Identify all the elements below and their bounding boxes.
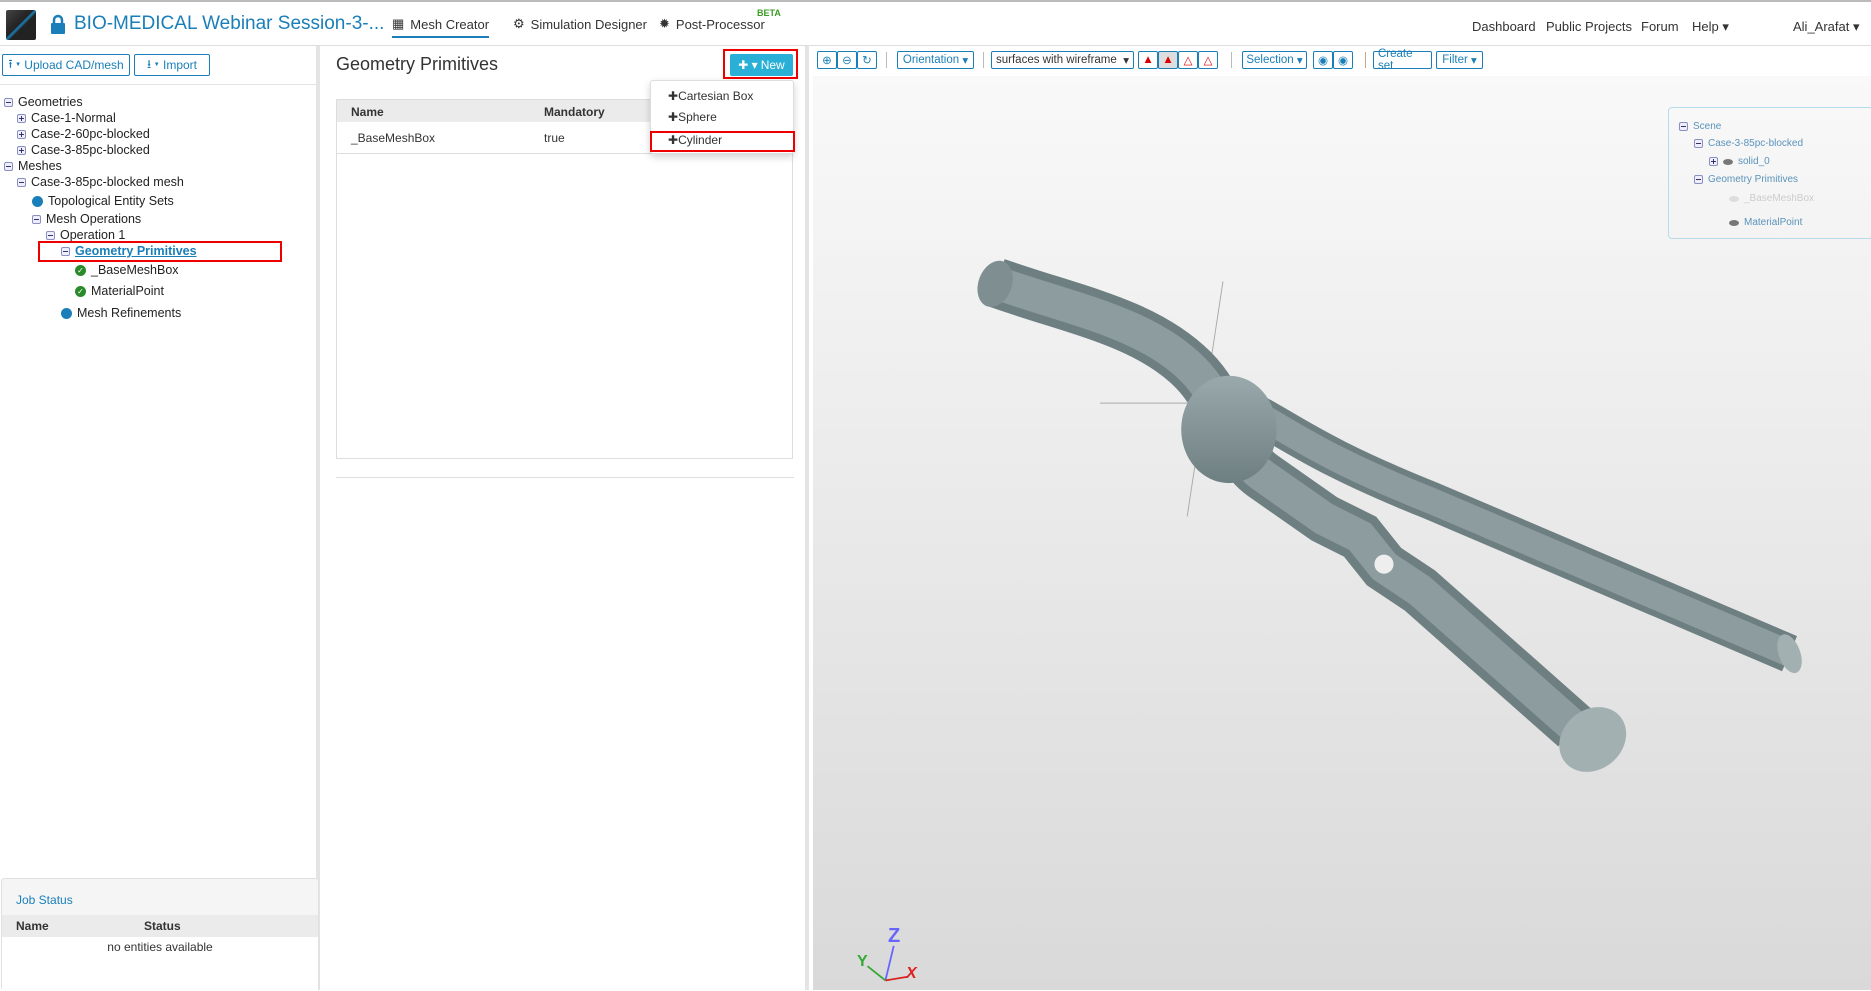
- vessel-model[interactable]: [0, 0, 1871, 990]
- scene-item[interactable]: MaterialPoint: [1729, 217, 1802, 228]
- scene-item[interactable]: _BaseMeshBox: [1729, 193, 1814, 204]
- scene-tree-panel: Scene Case-3-85pc-blocked solid_0 Geomet…: [1668, 107, 1871, 239]
- stenosis-gap: [1374, 554, 1394, 574]
- eye-icon[interactable]: [1723, 158, 1733, 165]
- eye-icon[interactable]: [1729, 219, 1739, 226]
- z-axis-label: Z: [888, 925, 901, 947]
- collapse-icon[interactable]: [1679, 122, 1688, 131]
- vessel-bulge: [1181, 375, 1277, 484]
- scene-geometry[interactable]: Case-3-85pc-blocked: [1694, 138, 1803, 149]
- y-axis: [866, 965, 886, 982]
- scene-geometry-primitives[interactable]: Geometry Primitives: [1694, 174, 1798, 185]
- collapse-icon[interactable]: [1694, 139, 1703, 148]
- scene-root[interactable]: Scene: [1679, 121, 1721, 132]
- collapse-icon[interactable]: [1694, 175, 1703, 184]
- scene-solid[interactable]: solid_0: [1709, 156, 1770, 167]
- y-axis-label: Y: [857, 953, 868, 970]
- expand-icon[interactable]: [1709, 157, 1718, 166]
- x-axis-label: X: [906, 965, 917, 982]
- eye-icon[interactable]: [1729, 195, 1739, 202]
- z-axis: [884, 945, 895, 981]
- x-axis: [885, 975, 908, 982]
